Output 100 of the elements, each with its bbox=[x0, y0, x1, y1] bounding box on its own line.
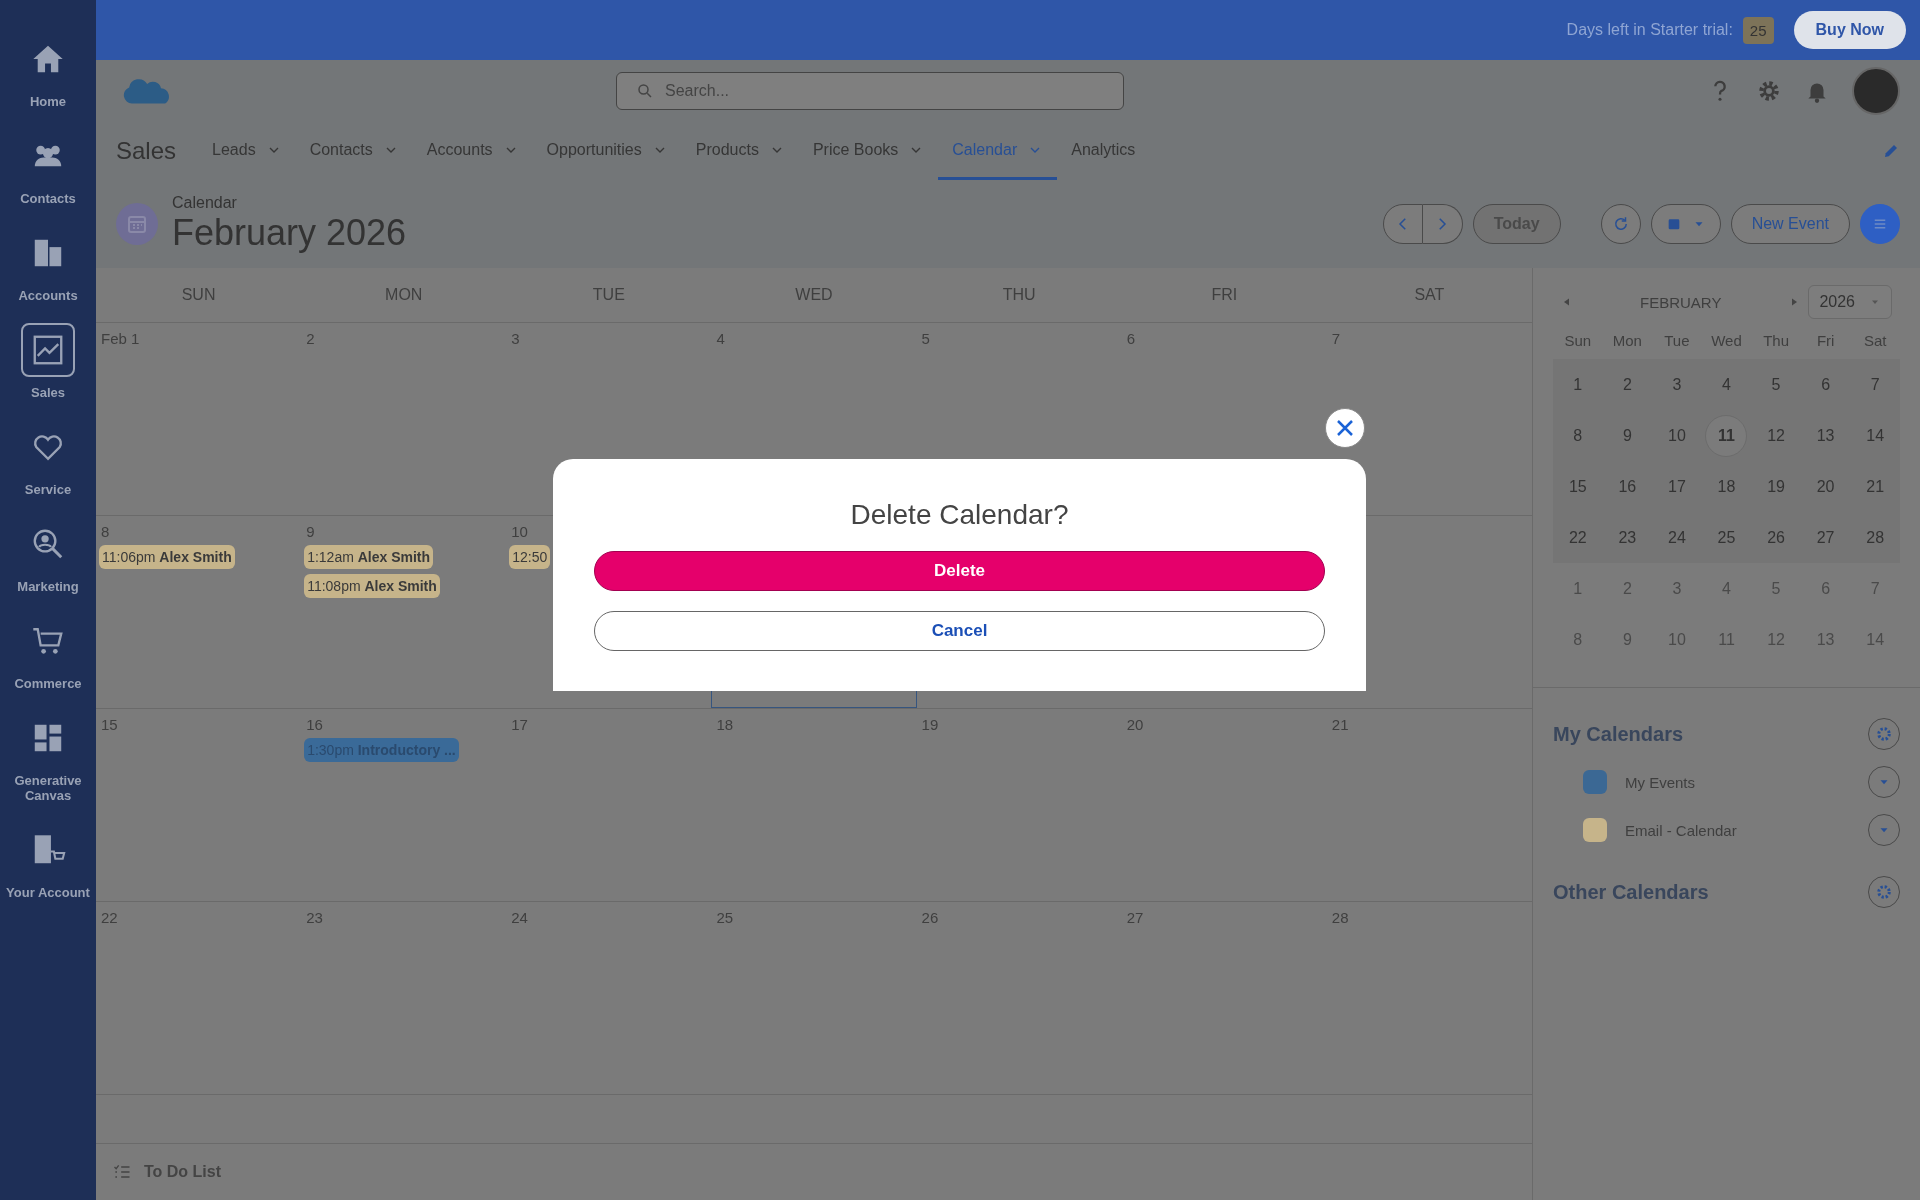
refresh-button[interactable] bbox=[1600, 204, 1641, 244]
weekday-label: Wed bbox=[1710, 332, 1743, 349]
day-cell[interactable]: 27 bbox=[1121, 902, 1327, 1094]
day-cell[interactable]: 21 bbox=[1326, 709, 1532, 901]
day-number: 18 bbox=[715, 716, 734, 733]
nav-tab[interactable]: Accounts bbox=[412, 122, 533, 180]
page-title: February 2026 bbox=[172, 212, 407, 254]
day-cell[interactable]: 26 bbox=[916, 902, 1122, 1094]
day-cell[interactable]: 19 bbox=[916, 709, 1122, 901]
day-number: 25 bbox=[715, 909, 734, 926]
sidebar-item[interactable]: Your Account bbox=[3, 823, 93, 900]
day-cell[interactable]: 15 bbox=[96, 709, 302, 901]
settings-button[interactable] bbox=[1868, 876, 1900, 908]
calendar-name: Email - Calendar bbox=[1625, 821, 1738, 839]
calendar-menu-button[interactable] bbox=[1868, 814, 1900, 846]
search-field[interactable]: Search... bbox=[616, 72, 1124, 110]
weekday-header: WED bbox=[794, 286, 834, 304]
day-cell[interactable]: 8 11:06pm Alex Smith bbox=[96, 516, 302, 708]
weekday-header: SAT bbox=[1413, 286, 1446, 304]
section-title: Other Calendars bbox=[1553, 880, 1709, 904]
next-button[interactable] bbox=[1422, 204, 1463, 244]
trial-days-badge: 25 bbox=[1742, 16, 1774, 44]
day-cell[interactable]: Feb 1 bbox=[96, 323, 302, 515]
event-chip[interactable]: 1:12am Alex Smith bbox=[304, 545, 434, 569]
day-number: 23 bbox=[305, 909, 323, 926]
day-number: 7 bbox=[1330, 330, 1341, 347]
day-number: 9 bbox=[305, 523, 315, 540]
weekday-label: Mon bbox=[1611, 332, 1643, 349]
event-chip[interactable]: 11:08pm Alex Smith bbox=[304, 574, 440, 598]
day-number: 16 bbox=[305, 716, 323, 733]
new-event-button[interactable]: New Event bbox=[1730, 204, 1850, 244]
nav-tab[interactable]: Analytics bbox=[1057, 122, 1150, 180]
calendar-name: My Events bbox=[1625, 773, 1697, 791]
weekday-label: Sat bbox=[1862, 332, 1888, 349]
day-cell[interactable]: 9 1:12am Alex Smith 11:08pm Alex Smith bbox=[301, 516, 507, 708]
sidebar-item[interactable]: Sales bbox=[3, 323, 93, 400]
day-number: 28 bbox=[1330, 909, 1349, 926]
nav-tab[interactable]: Contacts bbox=[295, 122, 413, 180]
weekday-label: Thu bbox=[1762, 332, 1790, 349]
day-cell[interactable]: 2 bbox=[301, 323, 507, 515]
trial-label: Days left in Starter trial: bbox=[1566, 21, 1733, 39]
day-number: 15 bbox=[100, 716, 118, 733]
menu-button[interactable] bbox=[1860, 204, 1900, 244]
day-cell[interactable]: 22 bbox=[96, 902, 302, 1094]
pencil-icon bbox=[1882, 142, 1900, 160]
calendar-color-swatch[interactable] bbox=[1583, 770, 1607, 794]
day-number: 8 bbox=[100, 523, 110, 540]
weekday-header: MON bbox=[384, 286, 424, 304]
breadcrumb: Calendar bbox=[172, 194, 238, 212]
day-number: 27 bbox=[1125, 909, 1144, 926]
sidebar-item[interactable]: Generative Canvas bbox=[3, 711, 93, 803]
day-cell[interactable]: 17 bbox=[506, 709, 712, 901]
calendar-color-swatch[interactable] bbox=[1583, 818, 1607, 842]
month-label: FEBRUARY bbox=[1639, 293, 1723, 311]
nav-tab[interactable]: Opportunities bbox=[532, 122, 682, 180]
sidebar-item[interactable]: Contacts bbox=[3, 129, 93, 206]
date-cell[interactable]: 11 bbox=[1705, 414, 1748, 457]
day-cell[interactable]: 24 bbox=[506, 902, 712, 1094]
day-cell[interactable]: 25 bbox=[711, 902, 917, 1094]
avatar[interactable] bbox=[1852, 67, 1900, 115]
day-number: 6 bbox=[1125, 330, 1136, 347]
nav-tab[interactable]: Products bbox=[681, 122, 799, 180]
day-number: 3 bbox=[510, 330, 520, 347]
delete-button[interactable]: Delete bbox=[594, 551, 1325, 591]
day-number: 22 bbox=[100, 909, 118, 926]
weekday-header: THU bbox=[1001, 286, 1037, 304]
sidebar-item[interactable]: Commerce bbox=[3, 614, 93, 691]
day-cell[interactable]: 20 bbox=[1121, 709, 1327, 901]
view-menu-button[interactable] bbox=[1650, 204, 1721, 244]
nav-tab[interactable]: Leads bbox=[198, 122, 296, 180]
calendar-menu-button[interactable] bbox=[1868, 766, 1900, 798]
settings-button[interactable] bbox=[1868, 718, 1900, 750]
sidebar-item[interactable]: Marketing bbox=[3, 517, 93, 594]
weekday-label: Sun bbox=[1563, 332, 1593, 349]
gear-icon bbox=[1875, 725, 1893, 743]
sidebar-item[interactable]: Service bbox=[3, 420, 93, 497]
day-cell[interactable]: 18 bbox=[711, 709, 917, 901]
weekday-header: TUE bbox=[591, 286, 626, 304]
buy-now-button[interactable]: Buy Now bbox=[1793, 11, 1906, 49]
year-select[interactable]: 2026 bbox=[1808, 285, 1892, 319]
day-number: 19 bbox=[920, 716, 939, 733]
day-cell[interactable]: 28 bbox=[1326, 902, 1532, 1094]
sidebar-item[interactable]: Home bbox=[3, 32, 93, 109]
day-number: Feb 1 bbox=[100, 330, 140, 347]
cancel-button[interactable]: Cancel bbox=[594, 611, 1325, 651]
day-number: 24 bbox=[510, 909, 528, 926]
day-number: 17 bbox=[510, 716, 528, 733]
day-cell[interactable]: 23 bbox=[301, 902, 507, 1094]
sidebar-item[interactable]: Accounts bbox=[3, 226, 93, 303]
gear-icon bbox=[1875, 883, 1893, 901]
nav-tab[interactable]: Price Books bbox=[798, 122, 939, 180]
weekday-header: SUN bbox=[180, 286, 217, 304]
event-chip[interactable]: 12:50 bbox=[509, 545, 551, 569]
settings-icon bbox=[1756, 78, 1782, 104]
weekday-label: Tue bbox=[1663, 332, 1691, 349]
day-number: 2 bbox=[305, 330, 315, 347]
app-name: Sales bbox=[116, 136, 177, 166]
event-chip[interactable]: 11:06pm Alex Smith bbox=[99, 545, 235, 569]
previous-button[interactable] bbox=[1382, 204, 1423, 244]
day-number: 10 bbox=[510, 523, 528, 540]
